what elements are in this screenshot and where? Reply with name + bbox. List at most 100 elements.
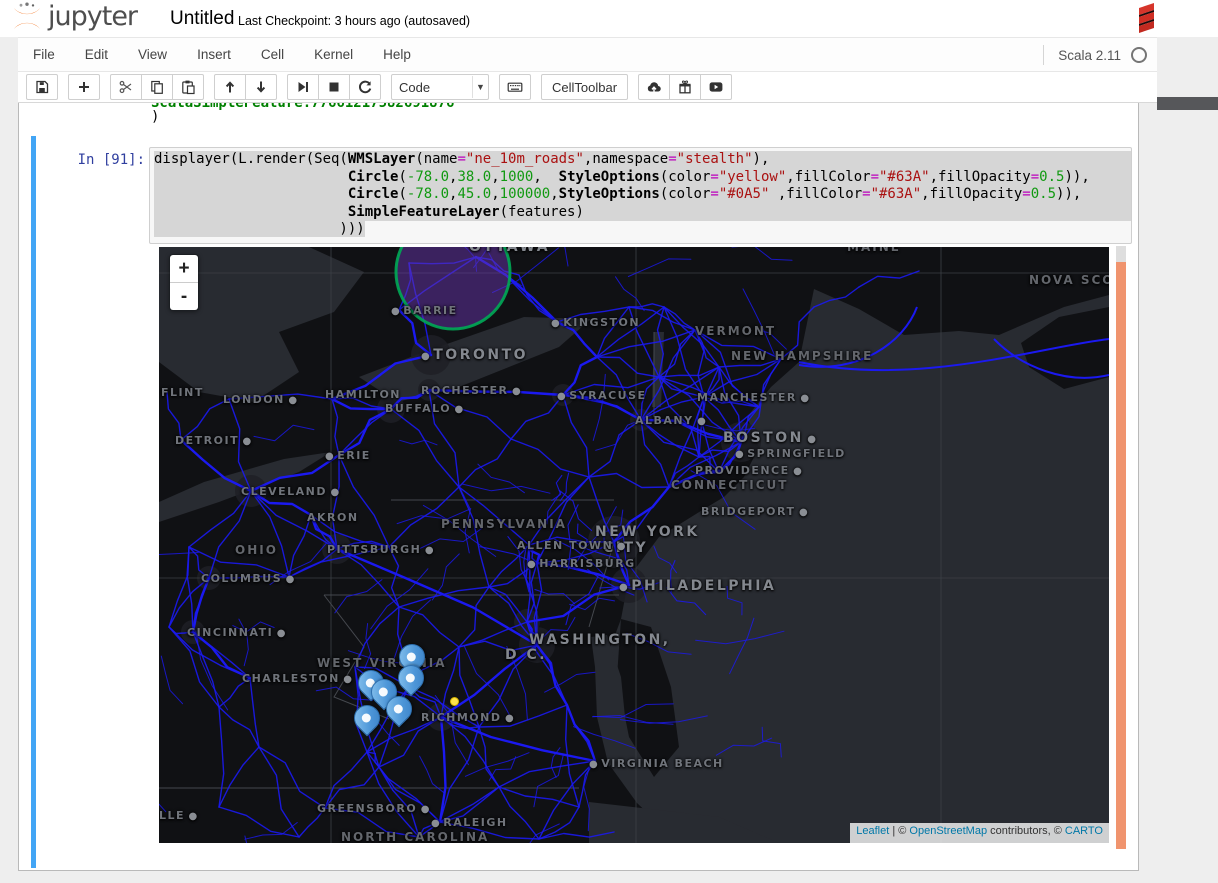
map-label-nova-scotia: NOVA SCOTIA (1029, 273, 1109, 287)
cell-type-select[interactable]: Code▼ (391, 74, 489, 100)
stop-button[interactable] (318, 74, 350, 100)
map-label-ottawa: OTTAWA (469, 247, 550, 255)
map-attribution: Leaflet | © OpenStreetMap contributors, … (850, 823, 1109, 843)
save-button[interactable] (26, 74, 58, 100)
menu-view[interactable]: View (123, 47, 182, 62)
jupyter-logo[interactable]: jupyter (10, 2, 137, 32)
paste-icon (180, 79, 196, 95)
attribution-link-carto[interactable]: CARTO (1065, 825, 1103, 837)
output-scrollbar-thumb[interactable] (1116, 262, 1126, 849)
celltoolbar-label: CellToolbar (542, 80, 627, 95)
leaflet-map[interactable]: OTTAWAMAINENOVA SCOTIA● BARRIE● KINGSTON… (159, 247, 1109, 843)
map-label-london: LONDON ● (223, 393, 297, 406)
kernel-idle-icon (1131, 47, 1147, 63)
paste-cell-button[interactable] (172, 74, 204, 100)
right-edge-strip (1157, 97, 1218, 110)
map-label-bridgeport: BRIDGEPORT ● (701, 505, 808, 518)
refresh-icon (357, 79, 373, 95)
copy-cell-button[interactable] (141, 74, 173, 100)
map-label-new-york: NEW YORK (595, 524, 700, 540)
header: jupyter Untitled Last Checkpoint: 3 hour… (0, 0, 1218, 37)
map-label-charleston: CHARLESTON ● (242, 672, 352, 685)
code-line: Circle(-78.0,45.0,100000,StyleOptions(co… (154, 186, 1131, 204)
page-bottom-margin (0, 872, 1218, 883)
kernel-separator (1043, 45, 1044, 65)
code-line: ))) (154, 221, 1131, 239)
map-label-akron: AKRON (307, 511, 359, 524)
notebook-title[interactable]: Untitled (170, 8, 234, 30)
code-input-area[interactable]: displayer(L.render(Seq(WMSLayer(name="ne… (149, 147, 1132, 244)
command-palette-button[interactable] (499, 74, 531, 100)
copy-icon (149, 79, 165, 95)
yellow-circle-marker[interactable] (450, 697, 459, 706)
celltoolbar-button[interactable]: CellToolbar (541, 74, 628, 100)
previous-cell-output: ScalaSimpleFeature:77661217582691876 (151, 103, 454, 111)
map-label-richmond: RICHMOND ● (421, 711, 514, 724)
map-label-albany: ALBANY ● (635, 414, 706, 427)
toolbar-group (26, 74, 58, 100)
map-label-detroit: DETROIT ● (175, 434, 251, 447)
toolbar: Code▼ CellToolbar (18, 72, 1157, 103)
map-label-manchester: MANCHESTER ● (697, 391, 809, 404)
map-label-allen-town: ALLEN TOWN ● (517, 539, 626, 552)
map-label-rochester: ROCHESTER ● (421, 384, 521, 397)
scala-logo-icon (1139, 2, 1154, 33)
menubar: FileEditViewInsertCellKernelHelp Scala 2… (18, 37, 1157, 72)
video-button[interactable] (700, 74, 732, 100)
jupyter-logo-text: jupyter (48, 2, 137, 32)
zoom-in-button[interactable]: + (170, 255, 198, 283)
menu-file[interactable]: File (18, 47, 70, 62)
move-up-button[interactable] (214, 74, 246, 100)
restart-kernel-button[interactable] (349, 74, 381, 100)
map-label-toronto: ● TORONTO (421, 347, 528, 363)
notebook-container: ScalaSimpleFeature:77661217582691876 ) I… (18, 103, 1139, 871)
map-label-harrisburg: ● HARRISBURG (527, 557, 636, 570)
zoom-out-button[interactable]: - (170, 283, 198, 310)
arrow-down-icon (253, 79, 269, 95)
run-button[interactable] (287, 74, 319, 100)
map-label-raleigh: ● RALEIGH (431, 816, 508, 829)
toolbar-group (214, 74, 277, 100)
map-label-erie: ● ERIE (325, 449, 371, 462)
map-label-virginia-beach: ● VIRGINIA BEACH (589, 757, 724, 770)
toolbar-group: CellToolbar (541, 74, 628, 100)
cut-cell-button[interactable] (110, 74, 142, 100)
stop-icon (326, 79, 342, 95)
map-label-philadelphia: ● PHILADELPHIA (619, 578, 776, 594)
toolbar-group (110, 74, 204, 100)
map-label-syracuse: ● SYRACUSE (557, 389, 647, 402)
toolbar-group (638, 74, 732, 100)
map-label-greensboro: GREENSBORO ● (317, 802, 429, 815)
add-cell-button[interactable] (68, 74, 100, 100)
menu-help[interactable]: Help (368, 47, 426, 62)
map-label-maine: MAINE (847, 247, 901, 254)
menu-insert[interactable]: Insert (182, 47, 246, 62)
map-label-new-hampshire: NEW HAMPSHIRE (731, 349, 873, 363)
kernel-indicator-area: Scala 2.11 (1043, 38, 1153, 72)
cloud-upload-button[interactable] (638, 74, 670, 100)
cloud-upload-icon (646, 79, 662, 95)
map-label-buffalo: BUFFALO ● (385, 402, 463, 415)
menu-cell[interactable]: Cell (246, 47, 299, 62)
attribution-link-openstreetmap[interactable]: OpenStreetMap (909, 825, 987, 837)
map-label-d-c-: D C. (505, 647, 547, 663)
chevron-down-icon: ▼ (472, 76, 488, 98)
selected-cell-indicator (31, 136, 36, 868)
map-label-kingston: ● KINGSTON (551, 316, 640, 329)
menu-items: FileEditViewInsertCellKernelHelp (18, 47, 426, 62)
keyboard-icon (507, 79, 523, 95)
jupyter-planet-icon (10, 2, 44, 32)
map-label-ohio: OHIO (235, 543, 278, 557)
map-label-boston: BOSTON ● (723, 430, 816, 446)
attribution-link-leaflet[interactable]: Leaflet (856, 825, 889, 837)
menu-edit[interactable]: Edit (70, 47, 123, 62)
move-down-button[interactable] (245, 74, 277, 100)
kernel-name: Scala 2.11 (1058, 48, 1121, 63)
plus-icon (76, 79, 92, 95)
map-label-west-virginia: WEST VIRGINIA (317, 656, 447, 670)
menu-kernel[interactable]: Kernel (299, 47, 368, 62)
nbextensions-button[interactable] (669, 74, 701, 100)
map-label-north-carolina: NORTH CAROLINA (341, 830, 489, 843)
jupyter-notebook-app: jupyter Untitled Last Checkpoint: 3 hour… (0, 0, 1218, 883)
previous-cell-closing-paren: ) (151, 109, 159, 125)
